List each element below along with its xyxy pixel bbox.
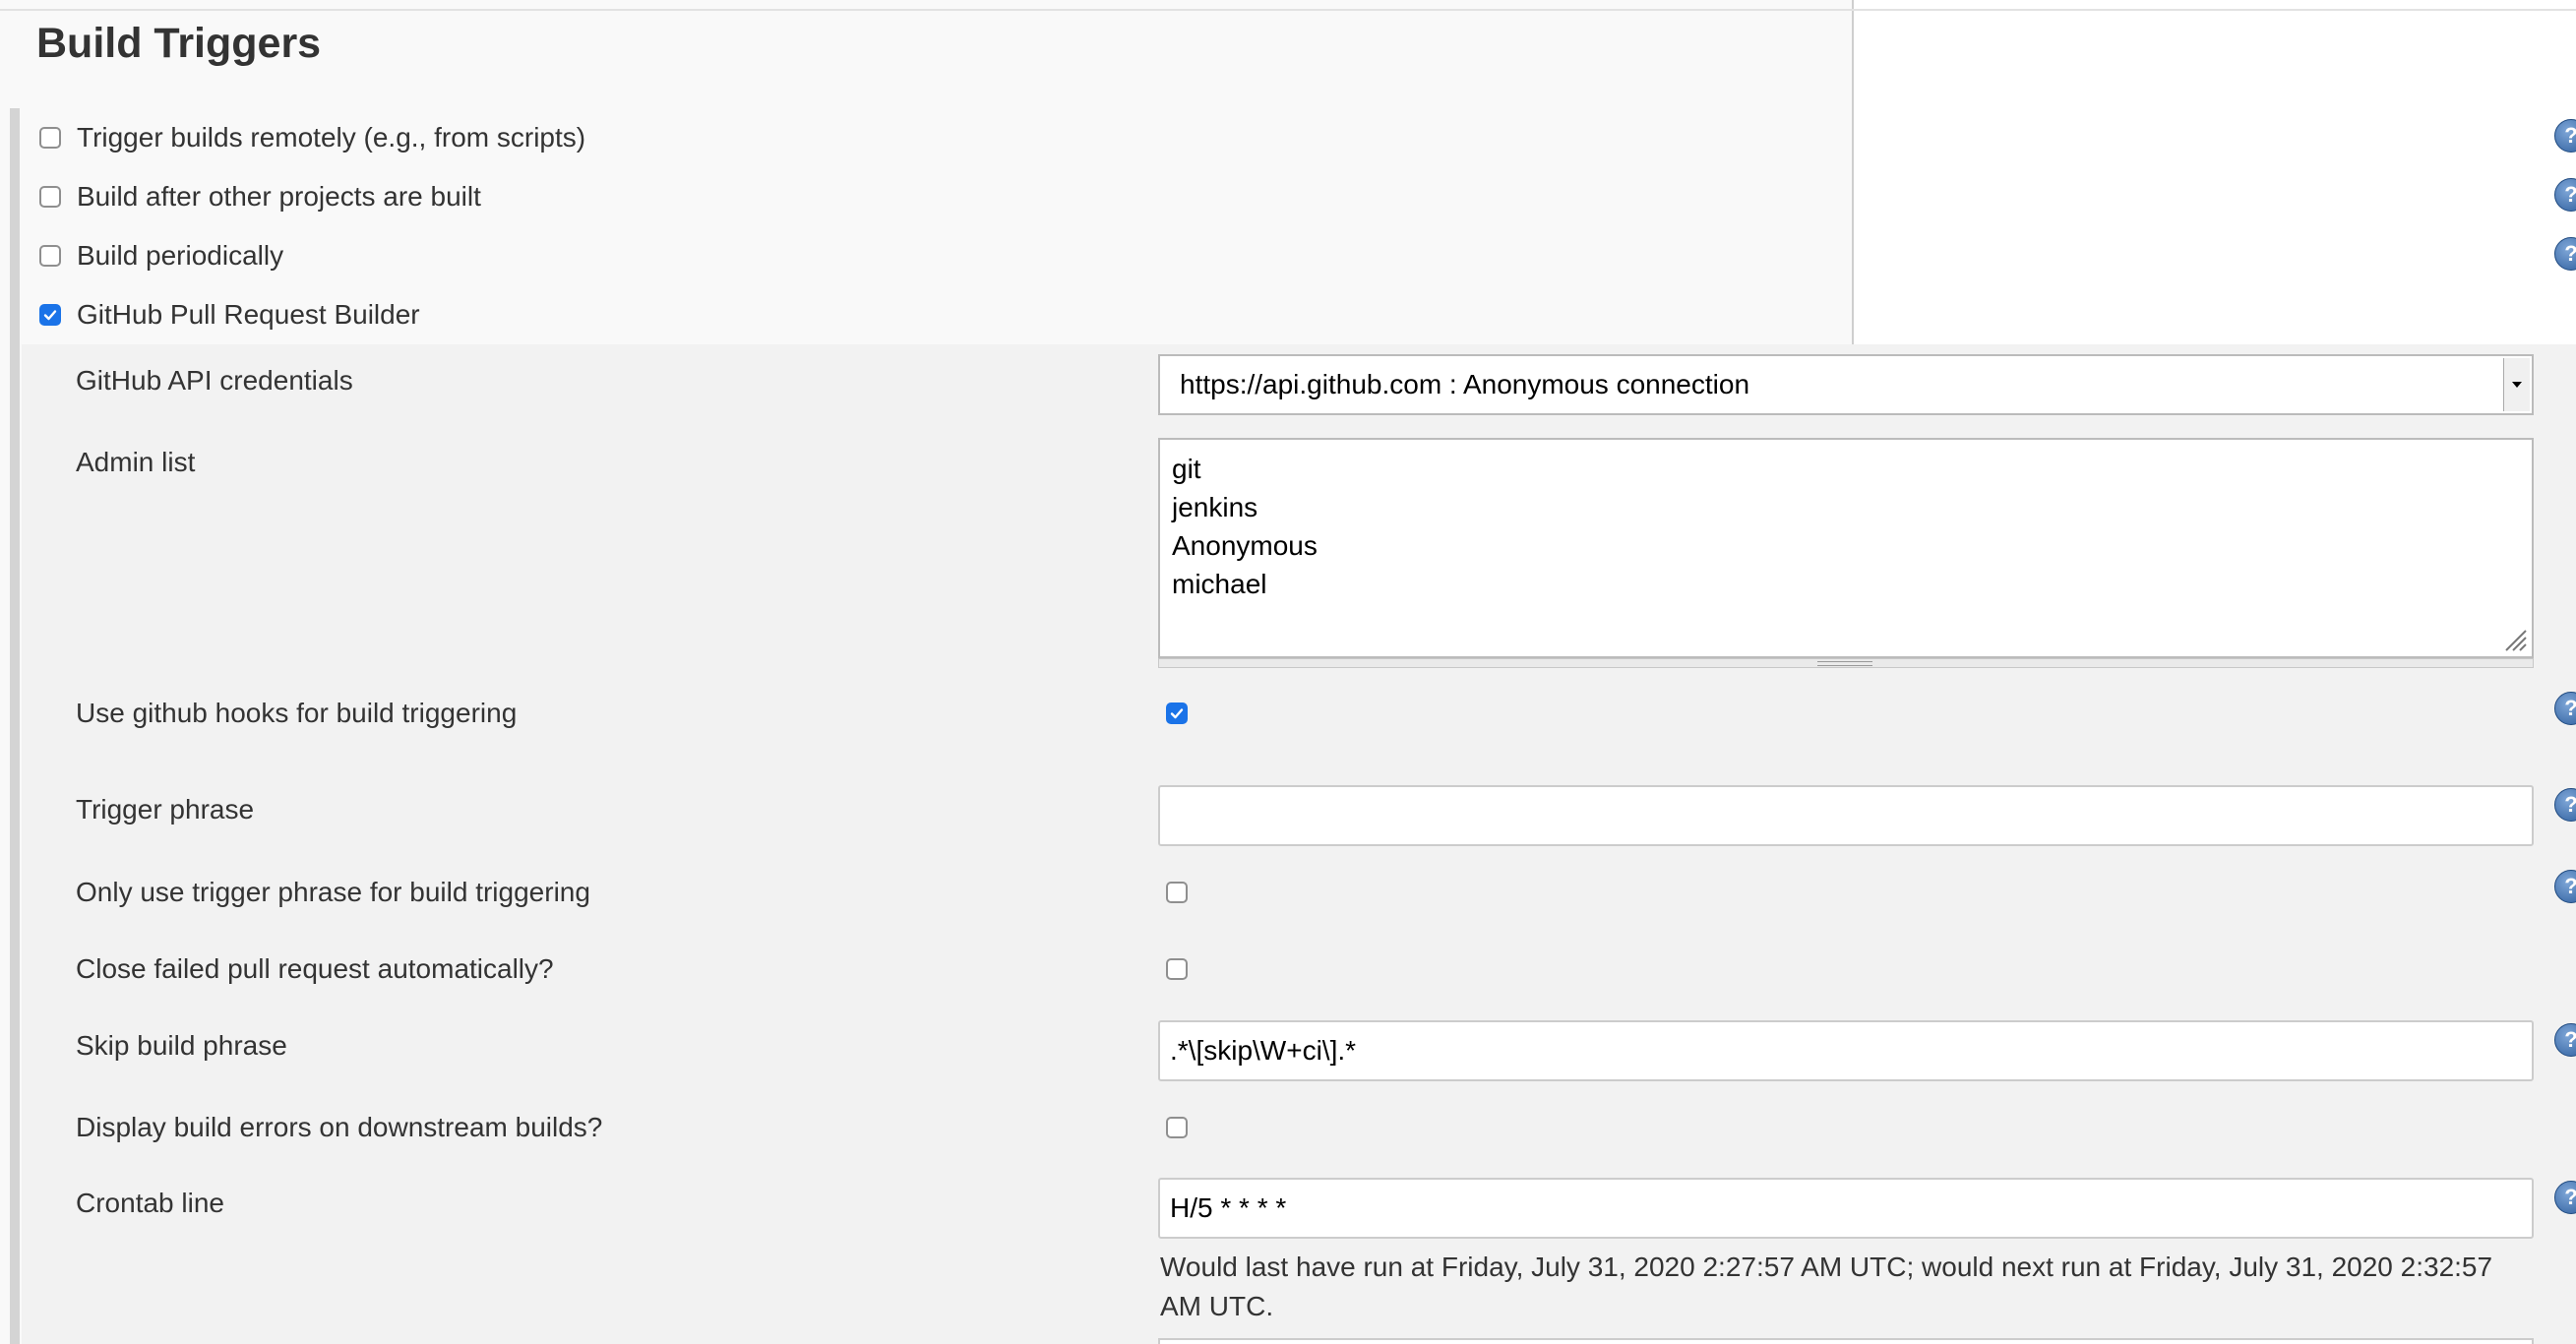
admin-list-line: git xyxy=(1172,454,1201,484)
trigger-phrase-input[interactable] xyxy=(1158,785,2534,846)
resize-grip-icon[interactable] xyxy=(2502,627,2528,652)
top-divider xyxy=(0,9,2576,11)
trigger-periodically-row[interactable]: Build periodically xyxy=(39,240,283,272)
display-errors-checkbox[interactable] xyxy=(1166,1117,1188,1138)
admin-list-textarea[interactable]: git jenkins Anonymous michael xyxy=(1158,438,2534,658)
only-trigger-phrase-field[interactable] xyxy=(1166,882,1188,903)
trigger-after-other-checkbox[interactable] xyxy=(39,186,61,208)
close-failed-checkbox[interactable] xyxy=(1166,958,1188,980)
trigger-after-other-label[interactable]: Build after other projects are built xyxy=(77,181,481,213)
crontab-input[interactable]: H/5 * * * * xyxy=(1158,1178,2534,1239)
admin-list-line: michael xyxy=(1172,569,1267,599)
section-left-bar xyxy=(10,108,20,1344)
dropdown-arrow-icon[interactable] xyxy=(2503,358,2530,411)
crontab-label: Crontab line xyxy=(76,1188,224,1218)
resize-handle-icon[interactable] xyxy=(1817,661,1872,666)
credentials-select[interactable]: https://api.github.com : Anonymous conne… xyxy=(1158,354,2534,415)
credentials-select-value: https://api.github.com : Anonymous conne… xyxy=(1180,369,1750,399)
skip-build-phrase-input[interactable]: .*\[skip\W+ci\].* xyxy=(1158,1020,2534,1081)
trigger-periodically-checkbox[interactable] xyxy=(39,245,61,267)
trigger-after-other-row[interactable]: Build after other projects are built xyxy=(39,181,481,213)
next-field-edge xyxy=(1158,1338,2534,1344)
use-hooks-checkbox[interactable] xyxy=(1166,703,1188,724)
trigger-periodically-label[interactable]: Build periodically xyxy=(77,240,283,272)
trigger-remote-checkbox[interactable] xyxy=(39,127,61,149)
trigger-ghprb-checkbox[interactable] xyxy=(39,304,61,326)
only-trigger-phrase-checkbox[interactable] xyxy=(1166,882,1188,903)
admin-list-line: Anonymous xyxy=(1172,530,1318,561)
trigger-ghprb-row[interactable]: GitHub Pull Request Builder xyxy=(39,299,420,331)
skip-build-phrase-label: Skip build phrase xyxy=(76,1030,287,1061)
display-errors-field[interactable] xyxy=(1166,1117,1188,1138)
credentials-label: GitHub API credentials xyxy=(76,365,353,396)
admin-list-label: Admin list xyxy=(76,447,196,477)
right-pane xyxy=(1853,0,2576,354)
crontab-schedule-note: Would last have run at Friday, July 31, … xyxy=(1160,1252,2493,1321)
check-icon xyxy=(43,310,57,321)
use-hooks-field[interactable] xyxy=(1166,703,1188,724)
close-failed-label: Close failed pull request automatically? xyxy=(76,953,554,984)
trigger-ghprb-label[interactable]: GitHub Pull Request Builder xyxy=(77,299,420,331)
only-trigger-phrase-label: Only use trigger phrase for build trigge… xyxy=(76,877,590,907)
section-title: Build Triggers xyxy=(36,20,322,67)
admin-list-line: jenkins xyxy=(1172,492,1258,522)
close-failed-field[interactable] xyxy=(1166,958,1188,980)
use-hooks-label: Use github hooks for build triggering xyxy=(76,698,518,728)
trigger-phrase-label: Trigger phrase xyxy=(76,794,255,825)
trigger-remote-row[interactable]: Trigger builds remotely (e.g., from scri… xyxy=(39,122,585,153)
check-icon xyxy=(1170,708,1184,719)
trigger-remote-label[interactable]: Trigger builds remotely (e.g., from scri… xyxy=(77,122,585,153)
display-errors-label: Display build errors on downstream build… xyxy=(76,1112,603,1142)
